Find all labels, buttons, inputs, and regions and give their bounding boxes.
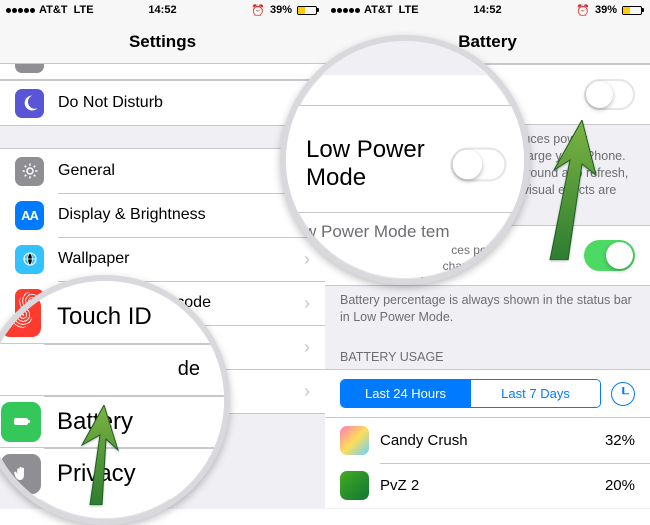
row-general[interactable]: General › xyxy=(0,149,325,193)
display-icon: AA xyxy=(15,201,44,230)
app-icon xyxy=(340,426,369,455)
row-control-center[interactable]: Control Center › xyxy=(0,64,325,80)
status-bar: AT&T LTE 14:52 ⏰ 39% xyxy=(325,0,650,20)
row-label: Display & Brightness xyxy=(58,206,304,224)
lens-lpm-desc: w Power Mode tem ces powercharge yourtch… xyxy=(286,213,524,251)
row-label: Wallpaper xyxy=(58,250,304,268)
battery-percentage-switch[interactable] xyxy=(584,240,635,271)
row-display-brightness[interactable]: AA Display & Brightness › xyxy=(0,193,325,237)
low-power-mode-switch[interactable] xyxy=(584,79,635,110)
app-name: PvZ 2 xyxy=(380,477,605,494)
status-bar: AT&T LTE 14:52 ⏰ 39% xyxy=(0,0,325,20)
app-percent: 20% xyxy=(605,477,635,494)
app-percent: 32% xyxy=(605,432,635,449)
nav-title: Settings xyxy=(0,20,325,64)
lens-row-label: Privacy xyxy=(57,460,209,488)
usage-period-segmented[interactable]: Last 24 Hours Last 7 Days xyxy=(340,379,601,408)
seg-last-24h[interactable]: Last 24 Hours xyxy=(341,380,470,407)
lens-passcode-suffix: de xyxy=(178,358,200,381)
usage-app-row[interactable]: PvZ 2 20% xyxy=(325,463,650,508)
app-icon xyxy=(340,471,369,500)
usage-app-row[interactable]: Candy Crush 32% xyxy=(325,418,650,463)
fingerprint-icon xyxy=(1,297,41,337)
battery-icon xyxy=(620,6,644,15)
battery-row-icon xyxy=(1,402,41,442)
chevron-right-icon: › xyxy=(304,381,310,402)
gear-icon xyxy=(15,157,44,186)
usage-period-row: Last 24 Hours Last 7 Days xyxy=(325,369,650,418)
battery-usage-header: BATTERY USAGE xyxy=(325,336,650,369)
clock-label: 14:52 xyxy=(0,4,325,16)
magnifier-battery-row: Touch ID de Battery Privacy xyxy=(0,275,230,525)
control-center-icon xyxy=(15,64,44,73)
hand-icon xyxy=(1,454,41,494)
clock-icon[interactable] xyxy=(611,382,635,406)
lens-row-label: Battery xyxy=(57,408,209,436)
chevron-right-icon: › xyxy=(304,64,310,69)
row-wallpaper[interactable]: Wallpaper › xyxy=(0,237,325,281)
clock-label: 14:52 xyxy=(325,4,650,16)
lens-lpm-label: Low Power Mode xyxy=(306,136,453,192)
wallpaper-icon xyxy=(15,245,44,274)
moon-icon xyxy=(15,89,44,118)
row-do-not-disturb[interactable]: Do Not Disturb › xyxy=(0,81,325,125)
lens-row-label: Touch ID xyxy=(57,303,209,331)
seg-last-7d[interactable]: Last 7 Days xyxy=(470,380,600,407)
app-name: Candy Crush xyxy=(380,432,605,449)
battery-percentage-note: Battery percentage is always shown in th… xyxy=(325,286,650,336)
magnifier-low-power: Low Power Mode w Power Mode tem ces powe… xyxy=(280,35,530,285)
lens-lpm-switch[interactable] xyxy=(450,147,506,181)
row-label: Control Center xyxy=(58,64,304,67)
battery-icon xyxy=(295,6,319,15)
row-label: General xyxy=(58,162,304,180)
chevron-right-icon: › xyxy=(304,337,310,358)
chevron-right-icon: › xyxy=(304,293,310,314)
chevron-right-icon: › xyxy=(304,249,310,270)
row-label: Do Not Disturb xyxy=(58,94,304,112)
